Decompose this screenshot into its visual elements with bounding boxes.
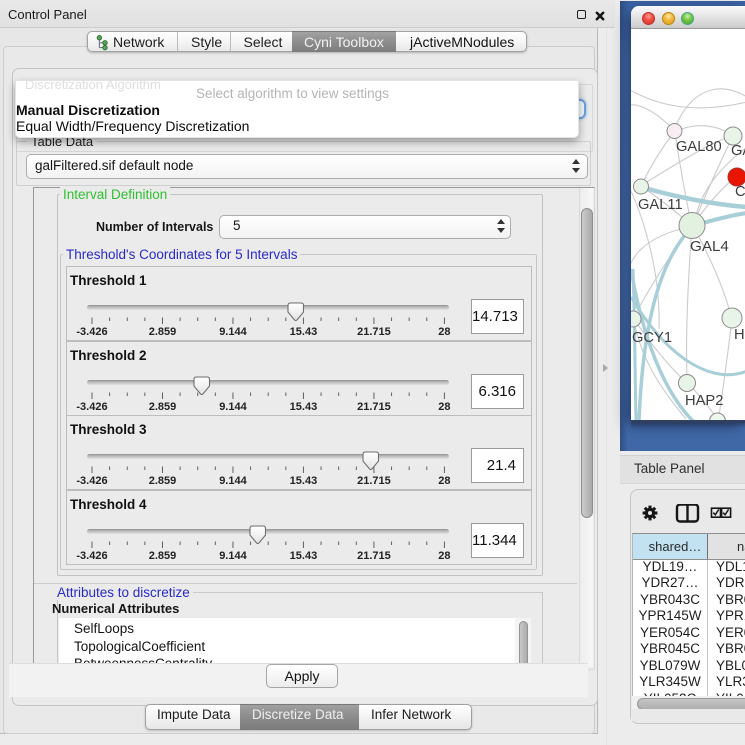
svg-text:C: C xyxy=(735,184,745,200)
svg-text:GAL4: GAL4 xyxy=(690,238,729,255)
svg-text:GAL80: GAL80 xyxy=(676,139,722,155)
svg-text:H: H xyxy=(734,327,745,343)
svg-text:GA: GA xyxy=(731,143,745,159)
svg-text:GCY1: GCY1 xyxy=(632,330,672,346)
svg-text:GAL11: GAL11 xyxy=(638,197,683,213)
svg-text:HAP2: HAP2 xyxy=(685,393,723,409)
